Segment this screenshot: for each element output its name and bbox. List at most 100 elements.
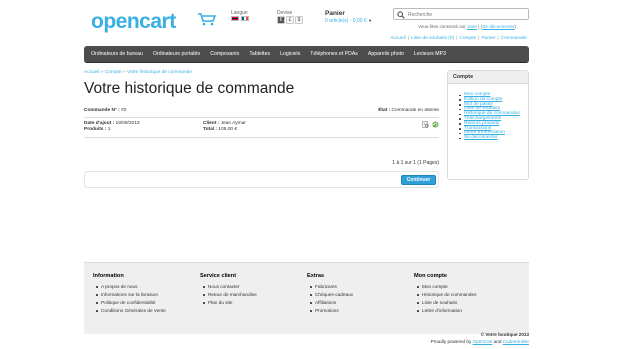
order-status-value: Commande en attente (391, 108, 439, 113)
footer-link-manufacturers[interactable]: Fabricants (309, 283, 353, 291)
order-actions (421, 121, 439, 131)
welcome-user-link[interactable]: Jean (467, 24, 477, 29)
footer-link-delivery[interactable]: Informations sur la livraison (96, 291, 166, 299)
breadcrumb: Accueil » Compte » Votre historique de c… (84, 70, 193, 75)
order-date-label: Date d'ajout : (84, 121, 115, 126)
footer-link-order-history[interactable]: Historique de commandes (416, 291, 476, 299)
menu-item-laptops[interactable]: Ordinateurs portable (148, 46, 205, 62)
order-date-value: 18/09/2013 (115, 121, 140, 126)
view-icon[interactable] (421, 121, 429, 128)
cart-summary[interactable]: 0 article(s) - 0,00 € ▼ (325, 18, 372, 24)
order-products-value: 1 (107, 127, 111, 132)
cart-summary-text: 0 article(s) - 0,00 € (325, 18, 367, 24)
logo-text: opencart (91, 10, 176, 33)
category-menu: Ordinateurs de bureau Ordinateurs portab… (84, 46, 529, 63)
footer-heading-information: Information (93, 273, 124, 279)
breadcrumb-home[interactable]: Accueil (84, 70, 99, 75)
account-box: Compte Mon compte Édition du compte Mot … (447, 70, 529, 180)
order-divider (84, 117, 439, 118)
footer-heading-service: Service client (200, 273, 237, 279)
footer-column-extras: Extras Fabricants Chèques-cadeaux Affili… (307, 273, 353, 315)
footer-link-wishlist[interactable]: Liste de souhaits (416, 299, 476, 307)
footer-link-account[interactable]: Mon compte (416, 283, 476, 291)
chevron-down-icon: ▼ (368, 18, 373, 23)
footer-link-returns[interactable]: Retour de marchandise (203, 291, 257, 299)
page-title: Votre historique de commande (84, 80, 295, 97)
currency-pound-button[interactable]: £ (286, 16, 294, 24)
cart-title: Panier (325, 10, 345, 17)
order-customer-value: Jean Aymar (220, 121, 246, 126)
currency-selector: € £ $ (277, 16, 304, 24)
footer-link-sitemap[interactable]: Plan du site (203, 299, 257, 307)
breadcrumb-order-history[interactable]: Votre historique de commande (127, 70, 192, 75)
account-link-logout[interactable]: Se déconnecter (459, 135, 528, 141)
breadcrumb-account[interactable]: Compte (105, 70, 122, 75)
menu-item-tablets[interactable]: Tablettes (244, 46, 275, 62)
buttons-bar: Continuer (84, 171, 439, 188)
menu-item-components[interactable]: Composants (205, 46, 244, 62)
flag-en-icon[interactable] (231, 16, 239, 21)
menu-item-desktops[interactable]: Ordinateurs de bureau (86, 46, 148, 62)
footer-link-terms[interactable]: Conditions Générales de Vente (96, 307, 166, 315)
powered-prefix: Proudly powered by (430, 339, 472, 344)
footer-link-specials[interactable]: Promotions (309, 307, 353, 315)
top-links: Accueil | Liste de souhaits (0) | Compte | Pan… (390, 36, 527, 41)
currency-dollar-button[interactable]: $ (295, 16, 303, 24)
footer-link-newsletter[interactable]: Lettre d'information (416, 307, 476, 315)
powered-and: and (493, 339, 502, 344)
order-total-value: 105,00 € (218, 127, 238, 132)
link-checkout[interactable]: Commander (501, 36, 527, 41)
footer-column-account: Mon compte Mon compte Historique de comm… (414, 273, 476, 315)
cart-logo-icon (198, 13, 217, 26)
paren-close: ) (514, 24, 517, 29)
order-number-label: Commande N° : (84, 108, 120, 113)
opencart-link[interactable]: OpenCart (473, 339, 493, 344)
footer-link-affiliates[interactable]: Affiliations (309, 299, 353, 307)
footer-column-service: Service client Nous contacter Retour de … (200, 273, 257, 307)
menu-item-mp3[interactable]: Lecteurs MP3 (409, 46, 451, 62)
pagination-text: 1 à 1 sur 1 (1 Pages) (392, 160, 439, 166)
footer-heading-extras: Extras (307, 273, 325, 279)
continue-button[interactable]: Continuer (401, 175, 436, 185)
currency-euro-button[interactable]: € (277, 16, 285, 24)
welcome-prefix: Vous êtes connecté sur (418, 24, 466, 29)
footer-heading-account: Mon compte (414, 273, 447, 279)
link-home[interactable]: Accueil (390, 36, 405, 41)
link-cart[interactable]: Panier (481, 36, 495, 41)
footer-link-vouchers[interactable]: Chèques-cadeaux (309, 291, 353, 299)
order-products-label: Produits : (84, 127, 107, 132)
footer-link-privacy[interactable]: Politique de confidentialité (96, 299, 166, 307)
logout-link[interactable]: Se déconnecter (482, 24, 514, 29)
link-account[interactable]: Compte (459, 36, 476, 41)
order-date-products: Date d'ajout : 18/09/2013 Produits : 1 (84, 121, 140, 133)
search-box (393, 8, 529, 20)
reorder-icon[interactable] (432, 121, 439, 128)
order-customer-label: Client : (203, 121, 220, 126)
welcome-sep: | (478, 24, 480, 29)
menu-item-cameras[interactable]: Appareils photo (363, 46, 409, 62)
account-box-title: Compte (448, 71, 528, 84)
store-logo[interactable]: opencart (91, 10, 221, 36)
footer-column-information: Information A propos de nous Information… (93, 273, 166, 315)
search-input[interactable] (408, 10, 526, 19)
account-menu: Mon compte Édition du compte Mot de pass… (448, 84, 528, 141)
menu-item-software[interactable]: Logiciels (275, 46, 305, 62)
footer-credits: © Votre boutique 2013 Proudly powered by… (431, 331, 529, 345)
footer-link-contact[interactable]: Nous contacter (203, 283, 257, 291)
order-customer-total: Client : Jean Aymar Total : 105,00 € (203, 121, 246, 133)
order-divider-bottom (84, 137, 439, 138)
footer-link-about[interactable]: A propos de nous (96, 283, 166, 291)
order-total-label: Total : (203, 127, 218, 132)
order-status-label: État : (378, 108, 391, 113)
search-icon[interactable] (397, 11, 405, 19)
flag-fr-icon[interactable] (241, 16, 249, 21)
menu-item-phones[interactable]: Téléphones et PDAs (305, 46, 363, 62)
codekrinkite-link[interactable]: CodeKrinkite (503, 339, 529, 344)
order-status: État : Commande en attente (378, 108, 439, 113)
link-wishlist[interactable]: Liste de souhaits (0) (411, 36, 454, 41)
copyright-text: © Votre boutique 2013 (480, 332, 529, 337)
order-number: Commande N° : #2 (84, 108, 126, 113)
powered-by-text: Proudly powered by OpenCart and CodeKrin… (431, 338, 529, 345)
order-number-value: #2 (121, 108, 127, 113)
welcome-text: Vous êtes connecté sur Jean | (Se déconn… (418, 24, 516, 29)
